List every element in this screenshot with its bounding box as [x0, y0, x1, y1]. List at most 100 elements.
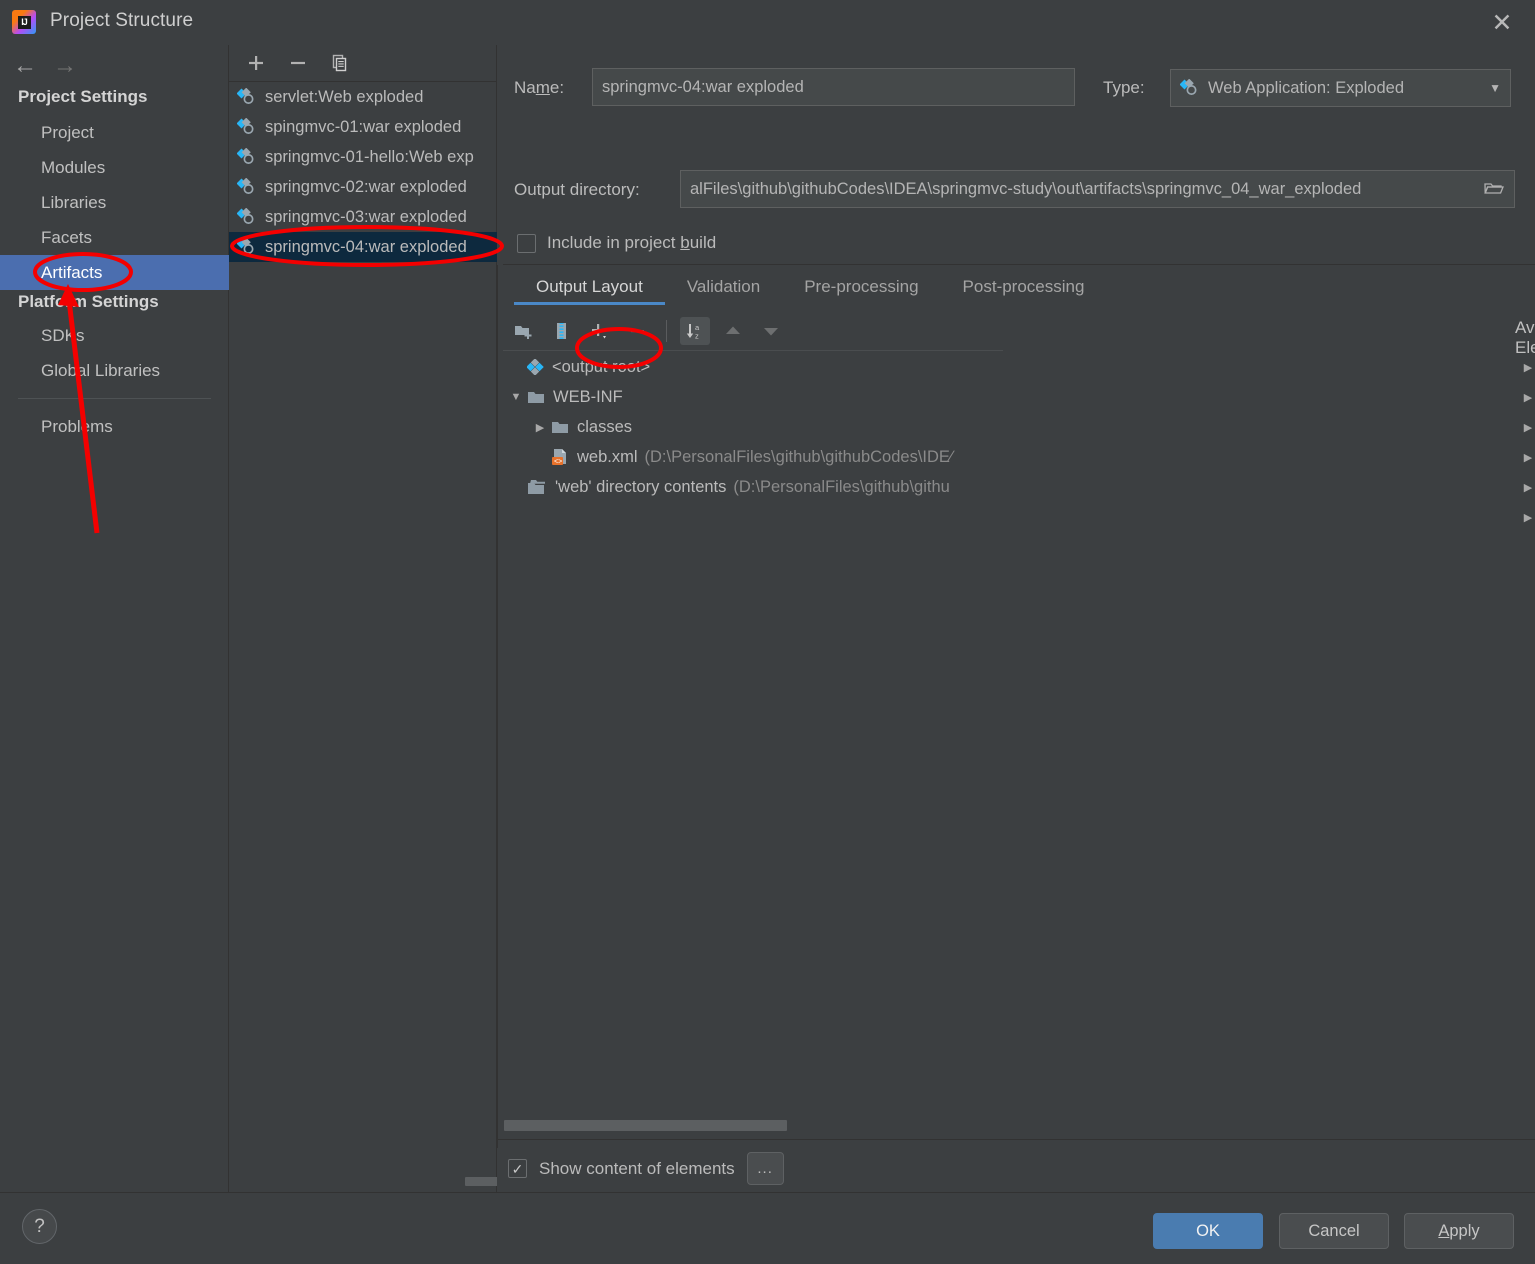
- available-item-springmvc-04[interactable]: ▶ springmvc-04: [1515, 472, 1535, 502]
- tree-twisty-expanded[interactable]: ▼: [505, 391, 527, 403]
- tree-twisty-collapsed[interactable]: ▶: [529, 421, 551, 434]
- add-element-button[interactable]: [585, 317, 615, 345]
- add-artifact-button[interactable]: [241, 50, 271, 76]
- tree-row-classes[interactable]: ▶ classes: [501, 412, 1006, 442]
- available-elements-list: ▶ Artifacts ▶ spingmvc-01 ▶ springmvc-02: [1515, 352, 1535, 532]
- tab-validation[interactable]: Validation: [665, 273, 782, 305]
- svg-text:<>: <>: [554, 458, 562, 465]
- xml-file-icon: <>: [551, 448, 570, 466]
- toolbar-divider: [666, 320, 667, 342]
- tree-row-web-xml[interactable]: <> web.xml (D:\PersonalFiles\github\gith…: [501, 442, 1006, 472]
- archive-icon: [557, 323, 566, 339]
- cancel-button[interactable]: Cancel: [1279, 1213, 1389, 1249]
- tree-twisty-collapsed[interactable]: ▶: [1515, 361, 1535, 374]
- tree-label: <output root>: [552, 357, 651, 376]
- sidebar-item-label: Modules: [41, 157, 106, 177]
- tree-label: classes: [577, 417, 633, 436]
- help-button[interactable]: ?: [22, 1209, 57, 1244]
- apply-button[interactable]: Apply: [1404, 1213, 1514, 1249]
- sidebar-item-label: SDKs: [41, 325, 85, 345]
- type-dropdown[interactable]: Web Application: Exploded ▼: [1170, 69, 1511, 107]
- sort-button[interactable]: a z: [680, 317, 710, 345]
- checkbox-box: [517, 233, 536, 253]
- browse-folder-icon[interactable]: [1483, 180, 1505, 198]
- window-title: Project Structure: [50, 10, 194, 31]
- intellij-logo-icon: IJ: [12, 10, 36, 34]
- list-item[interactable]: springmvc-03:war exploded: [229, 202, 497, 232]
- show-content-label: Show content of elements: [539, 1158, 735, 1178]
- tree-twisty-collapsed[interactable]: ▶: [1515, 421, 1535, 434]
- tree-twisty-collapsed[interactable]: ▶: [1515, 481, 1535, 494]
- artifacts-list: servlet:Web exploded spingmvc-01:war exp…: [229, 82, 497, 262]
- forward-arrow-icon[interactable]: →: [50, 52, 80, 80]
- output-directory-label: Output directory:: [514, 180, 640, 199]
- name-input[interactable]: springmvc-04:war exploded: [592, 68, 1075, 106]
- tree-twisty-collapsed[interactable]: ▶: [1515, 451, 1535, 464]
- available-item-springmvc-study[interactable]: ▶ springmvc-study: [1515, 502, 1535, 532]
- sidebar-item-problems[interactable]: Problems: [0, 409, 229, 444]
- tree-row-web-inf[interactable]: ▼ WEB-INF: [501, 382, 1006, 412]
- show-content-checkbox[interactable]: ✓: [508, 1159, 527, 1178]
- list-item[interactable]: springmvc-04:war exploded: [229, 232, 497, 262]
- include-label-pre: Include in project: [547, 233, 681, 252]
- tree-row-output-root[interactable]: <output root>: [501, 352, 1006, 382]
- tab-output-layout[interactable]: Output Layout: [514, 273, 665, 305]
- title-bar: IJ Project Structure ✕: [0, 0, 1535, 45]
- arrow-up-icon: [726, 326, 740, 334]
- apply-label-post: pply: [1449, 1221, 1480, 1240]
- artifact-label: spingmvc-01:war exploded: [265, 117, 462, 136]
- back-arrow-icon[interactable]: ←: [10, 52, 40, 80]
- list-item[interactable]: springmvc-01-hello:Web exp: [229, 142, 497, 172]
- settings-sidebar: ← → Project Settings Project Modules Lib…: [0, 45, 229, 1192]
- show-content-options-button[interactable]: ...: [746, 1152, 784, 1185]
- available-item-springmvc-02[interactable]: ▶ springmvc-02: [1515, 412, 1535, 442]
- artifact-label: springmvc-01-hello:Web exp: [265, 147, 474, 166]
- include-in-build-checkbox[interactable]: Include in project build: [517, 233, 716, 253]
- artifact-detail-panel: Name: springmvc-04:war exploded Type: We…: [497, 45, 1535, 1192]
- artifact-label: springmvc-03:war exploded: [265, 207, 467, 226]
- list-item[interactable]: springmvc-02:war exploded: [229, 172, 497, 202]
- tree-twisty-collapsed[interactable]: ▶: [1515, 391, 1535, 404]
- tree-label: WEB-INF: [553, 387, 623, 406]
- apply-label-mnemonic: A: [1438, 1221, 1450, 1240]
- sort-az-icon: a z: [686, 323, 700, 341]
- tree-twisty-collapsed[interactable]: ▶: [1515, 511, 1535, 524]
- list-item[interactable]: servlet:Web exploded: [229, 82, 497, 112]
- sidebar-item-sdks[interactable]: SDKs: [0, 318, 229, 353]
- ok-button[interactable]: OK: [1153, 1213, 1263, 1249]
- remove-element-button: [623, 317, 653, 345]
- sidebar-item-label: Libraries: [41, 192, 107, 212]
- tab-label: Post-processing: [962, 277, 1085, 296]
- remove-artifact-button[interactable]: [283, 50, 313, 76]
- folder-icon: [551, 419, 570, 435]
- web-artifact-icon: [237, 118, 257, 136]
- arrow-down-icon: [764, 328, 778, 336]
- create-archive-button[interactable]: [547, 317, 577, 345]
- artifact-label: springmvc-02:war exploded: [265, 177, 467, 196]
- chevron-down-icon: ▼: [1489, 81, 1501, 95]
- close-icon[interactable]: ✕: [1487, 8, 1517, 38]
- sidebar-item-label: Artifacts: [41, 262, 103, 282]
- sidebar-item-project[interactable]: Project: [0, 115, 229, 150]
- plus-dropdown-icon: [592, 324, 606, 339]
- sidebar-item-modules[interactable]: Modules: [0, 150, 229, 185]
- tree-row-web-directory-contents[interactable]: 'web' directory contents (D:\PersonalFil…: [501, 472, 1006, 502]
- create-directory-button[interactable]: [509, 317, 539, 345]
- available-item-artifacts[interactable]: ▶ Artifacts: [1515, 352, 1535, 382]
- copy-artifact-button[interactable]: [325, 50, 355, 76]
- output-directory-input[interactable]: alFiles\github\githubCodes\IDEA\springmv…: [680, 170, 1515, 208]
- minus-icon: [631, 330, 644, 333]
- tab-pre-processing[interactable]: Pre-processing: [782, 273, 940, 305]
- sidebar-item-libraries[interactable]: Libraries: [0, 185, 229, 220]
- web-artifact-icon: [237, 88, 257, 106]
- sidebar-item-artifacts[interactable]: Artifacts: [0, 255, 229, 290]
- include-label-post: uild: [689, 233, 717, 252]
- list-item[interactable]: spingmvc-01:war exploded: [229, 112, 497, 142]
- sidebar-item-facets[interactable]: Facets: [0, 220, 229, 255]
- sidebar-item-label: Facets: [41, 227, 93, 247]
- tab-post-processing[interactable]: Post-processing: [941, 273, 1107, 305]
- available-item-springmvc-03[interactable]: ▶ springmvc-03: [1515, 442, 1535, 472]
- sidebar-item-global-libraries[interactable]: Global Libraries: [0, 353, 229, 388]
- tree-horizontal-scrollbar[interactable]: [504, 1120, 787, 1131]
- available-item-spingmvc-01[interactable]: ▶ spingmvc-01: [1515, 382, 1535, 412]
